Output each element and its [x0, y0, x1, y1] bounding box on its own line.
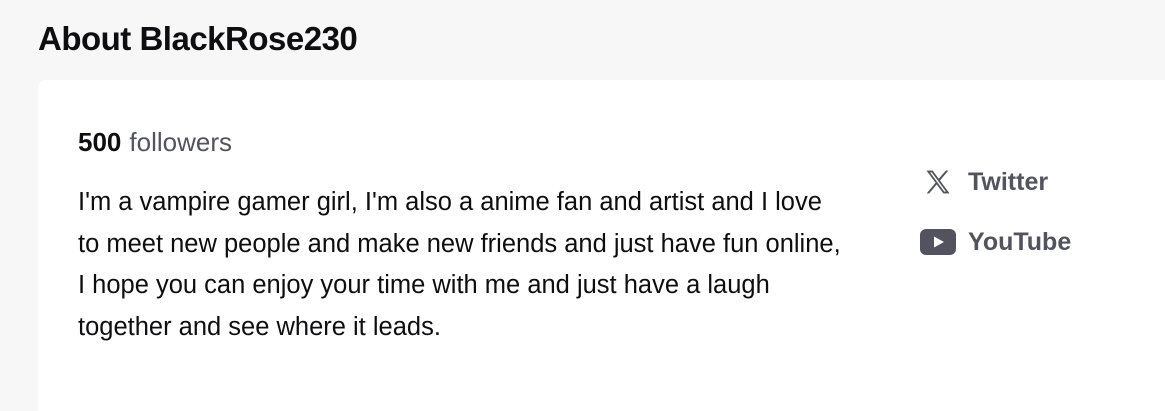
followers-count: 500	[78, 127, 122, 157]
followers-stat: 500 followers	[78, 126, 232, 158]
about-card: 500 followers I'm a vampire gamer girl, I…	[38, 80, 1165, 411]
x-twitter-icon	[920, 164, 956, 200]
bio-text: I'm a vampire gamer girl, I'm also a ani…	[78, 188, 841, 341]
followers-label: followers	[129, 127, 232, 157]
social-links: Twitter YouTube	[920, 162, 1071, 282]
youtube-link-label: YouTube	[968, 227, 1072, 256]
twitter-link[interactable]: Twitter	[920, 162, 1071, 202]
youtube-icon	[920, 224, 956, 260]
about-page: About BlackRose230 500 followers I'm a va…	[0, 0, 1165, 411]
twitter-link-label: Twitter	[968, 167, 1049, 196]
youtube-link[interactable]: YouTube	[920, 222, 1071, 262]
page-title: About BlackRose230	[38, 20, 358, 57]
